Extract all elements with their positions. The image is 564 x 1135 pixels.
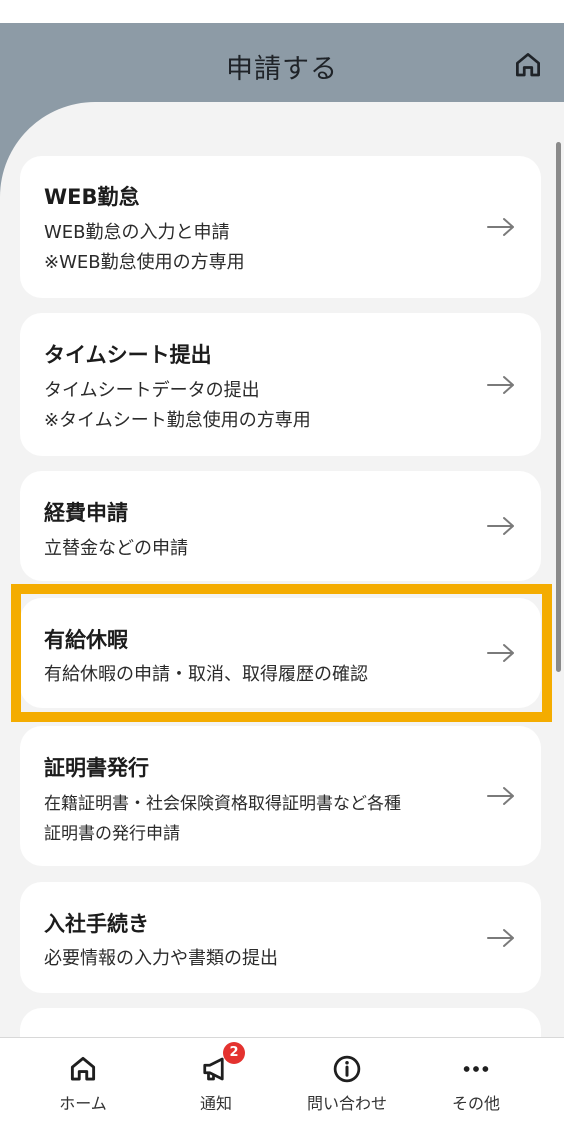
header-home-button[interactable]: [510, 47, 546, 83]
card-description-line2: 証明書の発行申請: [44, 824, 180, 844]
highlight-frame: [11, 584, 552, 722]
nav-item-more[interactable]: その他: [416, 1038, 536, 1135]
card-title: 経費申請: [44, 501, 128, 525]
card-description: 必要情報の入力や書類の提出: [44, 948, 278, 969]
menu-card-timesheet[interactable]: タイムシート提出 タイムシートデータの提出 ※タイムシート勤怠使用の方専用: [20, 313, 541, 456]
card-description: WEB勤怠の入力と申請: [44, 222, 230, 243]
menu-card-certificate[interactable]: 証明書発行 在籍証明書・社会保険資格取得証明書など各種 証明書の発行申請: [20, 726, 541, 866]
nav-label-more: その他: [451, 1094, 500, 1113]
arrow-right-icon: [487, 929, 514, 947]
menu-card-web-attendance[interactable]: WEB勤怠 WEB勤怠の入力と申請 ※WEB勤怠使用の方専用: [20, 156, 541, 298]
card-description: 在籍証明書・社会保険資格取得証明書など各種: [44, 794, 401, 814]
page-title: 申請する: [226, 54, 338, 85]
card-title: タイムシート提出: [44, 343, 212, 367]
nav-item-home[interactable]: ホーム: [23, 1038, 143, 1135]
notification-badge: 2: [223, 1042, 245, 1064]
arrow-right-icon: [487, 376, 514, 394]
scrollbar[interactable]: [556, 142, 561, 672]
nav-label-contact: 問い合わせ: [306, 1094, 387, 1113]
arrow-right-icon: [487, 218, 514, 236]
home-icon: [70, 1056, 96, 1081]
card-title: WEB勤怠: [44, 185, 140, 209]
card-title: 証明書発行: [44, 756, 149, 780]
nav-label-home: ホーム: [59, 1094, 107, 1113]
more-icon: [463, 1066, 489, 1072]
menu-list[interactable]: WEB勤怠 WEB勤怠の入力と申請 ※WEB勤怠使用の方専用 タイムシート提出 …: [0, 102, 564, 1037]
nav-item-notifications[interactable]: 2 通知: [156, 1038, 276, 1135]
arrow-right-icon: [487, 787, 514, 805]
info-icon: [333, 1055, 361, 1083]
card-note: ※タイムシート勤怠使用の方専用: [44, 410, 311, 431]
nav-item-contact[interactable]: 問い合わせ: [287, 1038, 407, 1135]
bottom-navigation: ホーム 2 通知 問い合わせ その他: [0, 1037, 564, 1135]
card-description: タイムシートデータの提出: [44, 380, 260, 401]
menu-card-next-partial[interactable]: [20, 1008, 541, 1037]
menu-card-expense[interactable]: 経費申請 立替金などの申請: [20, 471, 541, 581]
card-note: ※WEB勤怠使用の方専用: [44, 252, 245, 273]
home-icon: [516, 53, 540, 77]
card-description: 立替金などの申請: [44, 538, 188, 559]
status-bar: [0, 0, 564, 23]
menu-card-onboarding[interactable]: 入社手続き 必要情報の入力や書類の提出: [20, 882, 541, 993]
arrow-right-icon: [487, 517, 514, 535]
nav-label-notifications: 通知: [199, 1094, 232, 1113]
card-title: 入社手続き: [44, 912, 149, 936]
